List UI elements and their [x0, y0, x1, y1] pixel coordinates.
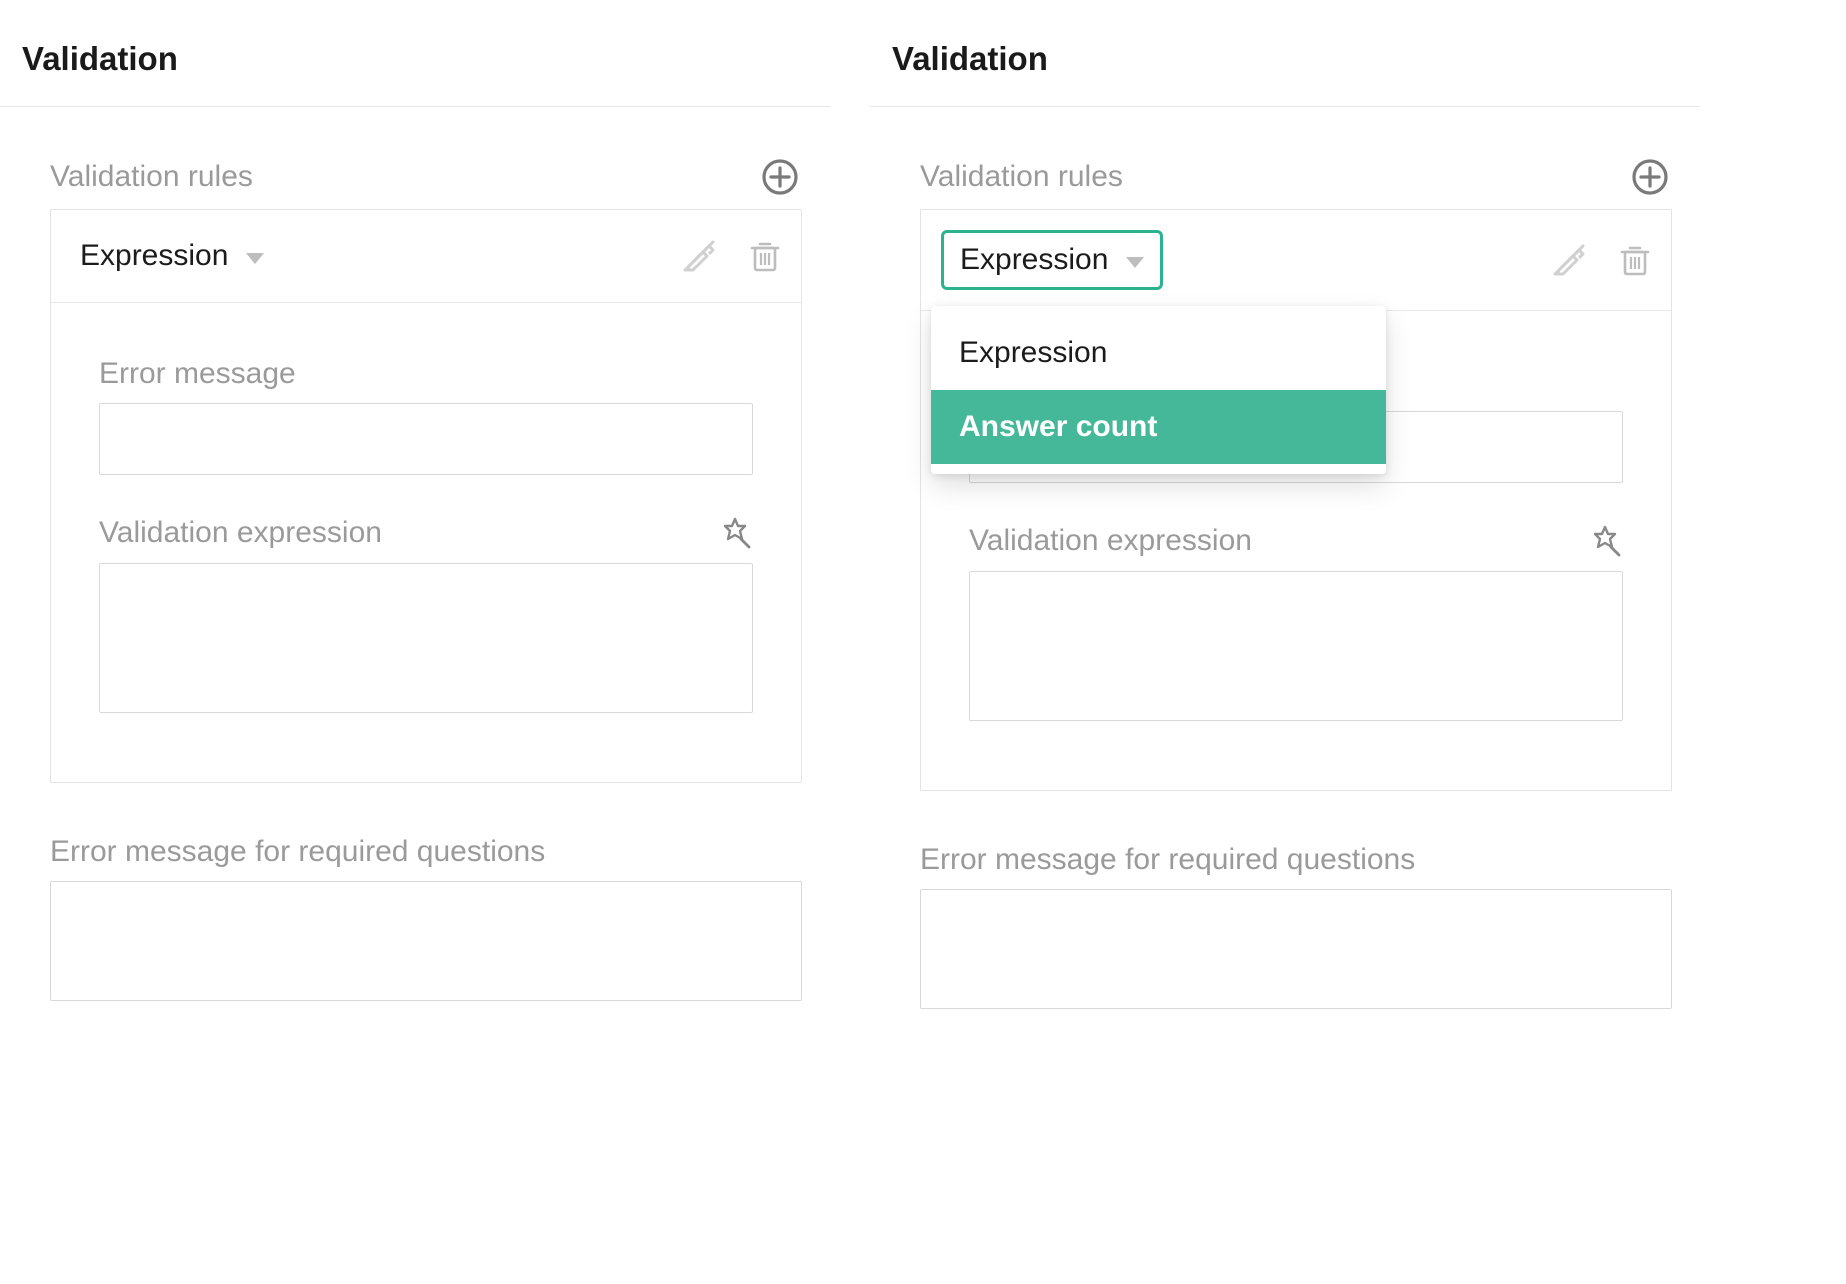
- rule-actions: [1547, 238, 1657, 282]
- rule-actions: [677, 234, 787, 278]
- rule-type-select[interactable]: Expression: [71, 230, 273, 282]
- required-error-label: Error message for required questions: [920, 843, 1672, 877]
- edit-disabled-button[interactable]: [1547, 238, 1591, 282]
- divider: [870, 106, 1700, 107]
- validation-panel-right: Validation Validation rules Expression: [870, 0, 1700, 1014]
- pencil-slash-icon: [679, 236, 719, 276]
- rule-type-value: Expression: [80, 239, 228, 273]
- validation-expression-input[interactable]: [969, 571, 1623, 721]
- rules-label: Validation rules: [50, 160, 253, 194]
- rules-label: Validation rules: [920, 160, 1123, 194]
- pencil-slash-icon: [1549, 240, 1589, 280]
- required-error-block: Error message for required questions: [920, 843, 1672, 1014]
- validation-expression-label: Validation expression: [99, 515, 753, 551]
- required-error-block: Error message for required questions: [50, 835, 802, 1006]
- expression-wizard-button[interactable]: [1587, 523, 1623, 559]
- trash-icon: [1616, 241, 1654, 279]
- add-rule-button[interactable]: [1628, 155, 1672, 199]
- delete-rule-button[interactable]: [743, 234, 787, 278]
- validation-panel-left: Validation Validation rules Expression: [0, 0, 830, 1006]
- rule-body: Error message Validation expression: [51, 303, 801, 782]
- plus-circle-icon: [760, 157, 800, 197]
- chevron-down-icon: [1126, 257, 1144, 268]
- rule-card: Expression: [50, 209, 802, 783]
- edit-disabled-button[interactable]: [677, 234, 721, 278]
- section-title: Validation: [892, 40, 1678, 78]
- validation-expression-label: Validation expression: [969, 523, 1623, 559]
- rule-card: Expression: [920, 209, 1672, 791]
- rules-header: Validation rules: [892, 155, 1678, 209]
- rules-header: Validation rules: [22, 155, 808, 209]
- divider: [0, 106, 830, 107]
- error-message-input[interactable]: [99, 403, 753, 475]
- rule-type-select[interactable]: Expression: [941, 230, 1163, 290]
- plus-circle-icon: [1630, 157, 1670, 197]
- rule-type-dropdown[interactable]: Expression Answer count: [931, 306, 1386, 474]
- required-error-label: Error message for required questions: [50, 835, 802, 869]
- required-error-input[interactable]: [920, 889, 1672, 1009]
- rule-card-header: Expression: [51, 210, 801, 303]
- wand-icon: [1587, 523, 1623, 559]
- section-title: Validation: [22, 40, 808, 78]
- rule-card-header: Expression: [921, 210, 1671, 311]
- chevron-down-icon: [246, 253, 264, 264]
- dropdown-option-expression[interactable]: Expression: [931, 316, 1386, 390]
- add-rule-button[interactable]: [758, 155, 802, 199]
- required-error-input[interactable]: [50, 881, 802, 1001]
- rule-type-value: Expression: [960, 243, 1108, 277]
- trash-icon: [746, 237, 784, 275]
- validation-expression-input[interactable]: [99, 563, 753, 713]
- dropdown-option-answer-count[interactable]: Answer count: [931, 390, 1386, 464]
- wand-icon: [717, 515, 753, 551]
- error-message-label: Error message: [99, 357, 753, 391]
- expression-wizard-button[interactable]: [717, 515, 753, 551]
- delete-rule-button[interactable]: [1613, 238, 1657, 282]
